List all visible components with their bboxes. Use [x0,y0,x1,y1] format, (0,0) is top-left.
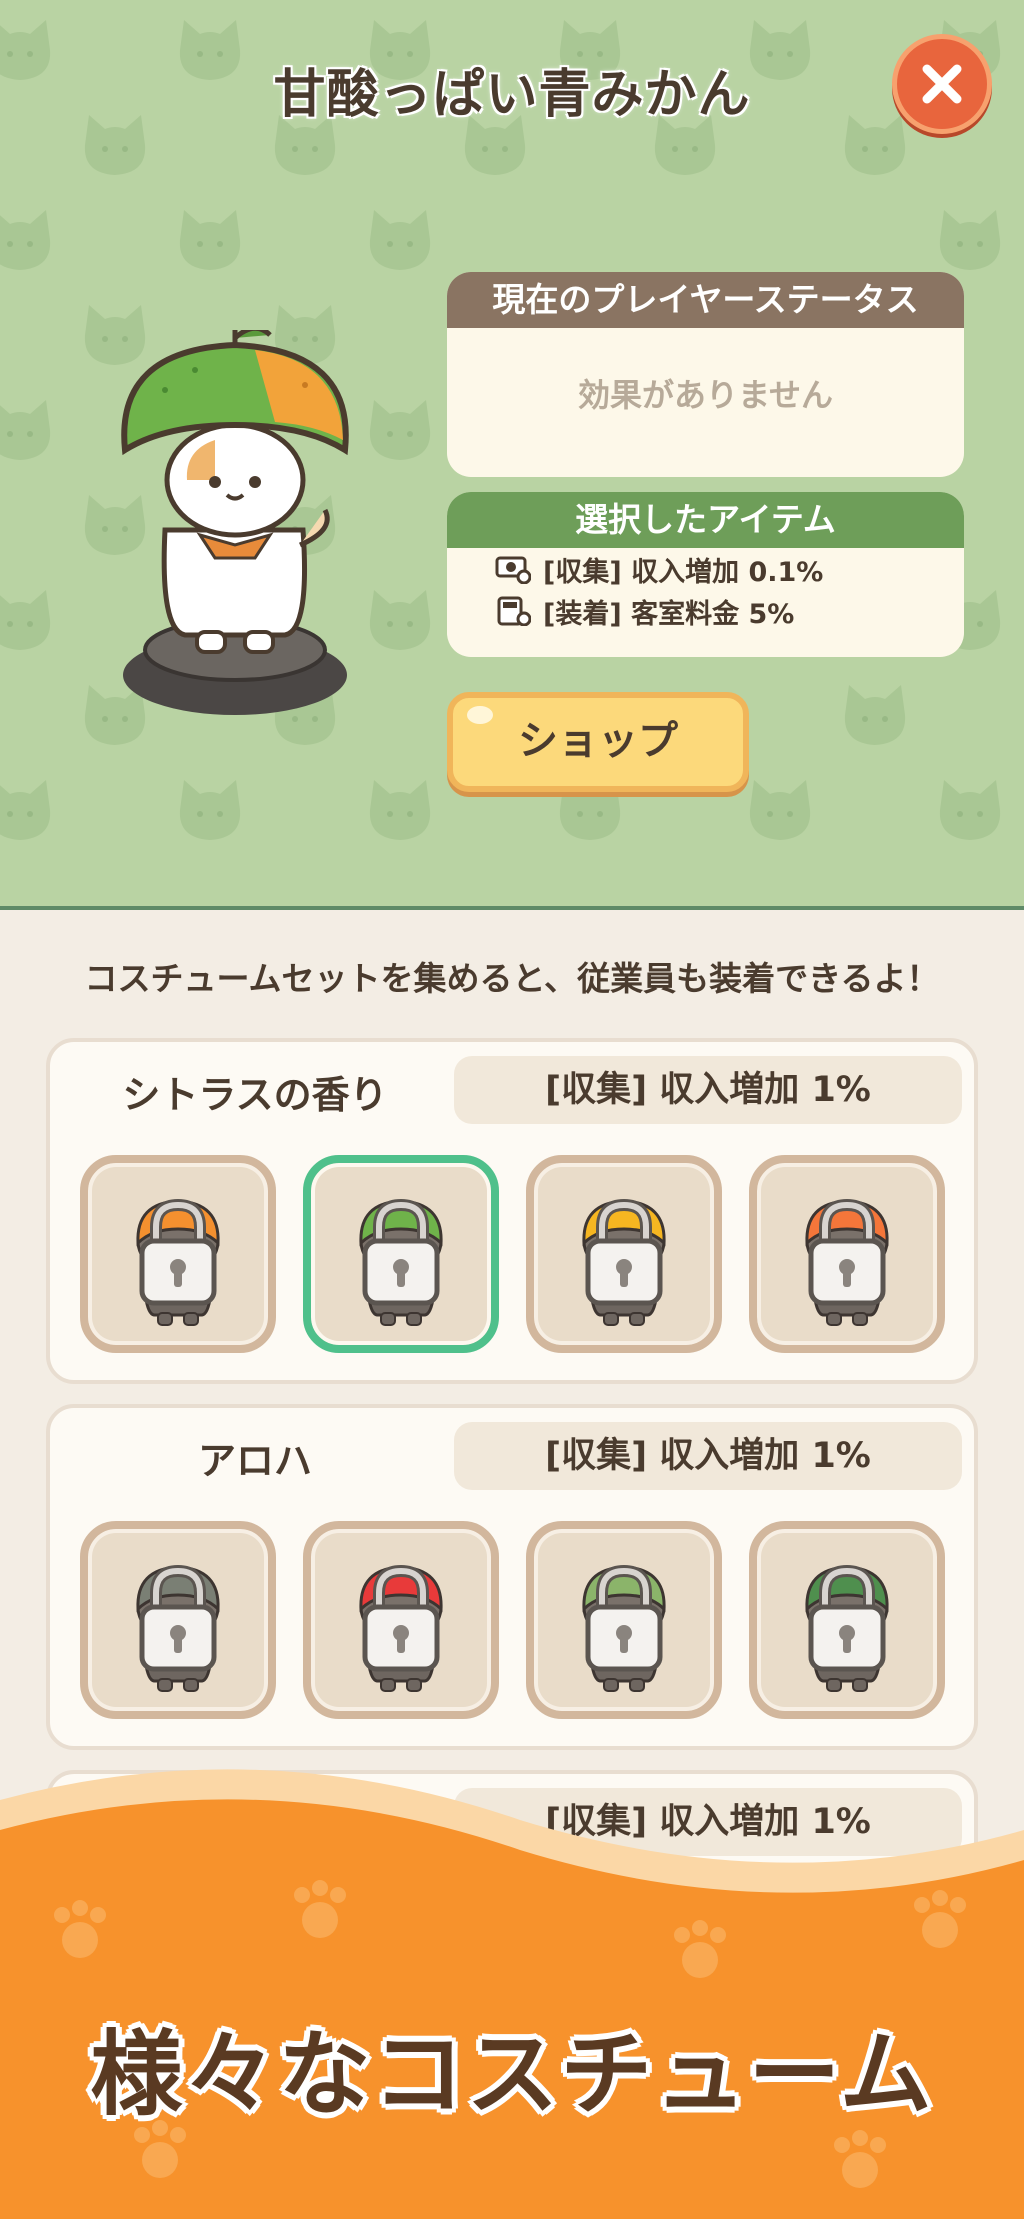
close-button[interactable] [892,34,992,134]
effect-row-collect: [収集] 収入増加 0.1% [495,548,964,590]
locked-costume-icon [582,1564,666,1692]
locked-costume-icon [805,1564,889,1692]
costume-set-hint: コスチュームセットを集めると、従業員も装着できるよ！ [84,959,940,998]
costume-slot[interactable] [80,1521,276,1719]
costume-slot-selected[interactable] [303,1155,499,1353]
set-bonus: [収集] 収入増加 1% [454,1422,962,1490]
button-shine [467,706,493,724]
locked-costume-icon [582,1198,666,1326]
set-name: アロハ [197,1439,312,1483]
player-status-value: 効果がありません [577,376,834,414]
section-divider [0,906,1024,910]
costume-slot[interactable] [749,1521,945,1719]
locked-costume-icon [136,1564,220,1692]
locked-costume-icon [136,1198,220,1326]
costume-title: 甘酸っぱい青みかん [273,65,751,125]
effect-row-equip: [装着] 客室料金 5% [495,590,964,632]
promo-banner-text: 様々なコスチューム [90,2021,934,2128]
money-icon [495,556,531,584]
player-status-title: 現在のプレイヤーステータス [447,272,964,328]
effect-text-collect: [収集] 収入増加 0.1% [543,556,824,588]
player-status-panel: 現在のプレイヤーステータス 効果がありません [447,272,964,477]
costume-slot[interactable] [526,1521,722,1719]
locked-costume-icon [359,1198,443,1326]
close-icon [922,64,962,104]
costume-set-card: アロハ [収集] 収入増加 1% [46,1404,978,1750]
locked-costume-icon [805,1198,889,1326]
selected-item-panel: 選択したアイテム [収集] 収入増加 0.1% [装着] 客室料金 5% [447,492,964,657]
costume-slot[interactable] [749,1155,945,1353]
promo-banner [0,1769,1024,2219]
shop-button[interactable]: ショップ [447,692,749,792]
costume-slot[interactable] [80,1155,276,1353]
effect-text-equip: [装着] 客室料金 5% [543,598,795,630]
shop-button-label: ショップ [518,718,678,764]
set-name: シトラスの香り [122,1073,388,1117]
costume-slot[interactable] [526,1155,722,1353]
set-bonus: [収集] 収入増加 1% [454,1056,962,1124]
register-icon [497,596,531,626]
costume-slot[interactable] [303,1521,499,1719]
cat-character-preview [121,330,349,715]
locked-costume-icon [359,1564,443,1692]
selected-item-title: 選択したアイテム [447,492,964,548]
costume-set-card: シトラスの香り [収集] 収入増加 1% [46,1038,978,1384]
